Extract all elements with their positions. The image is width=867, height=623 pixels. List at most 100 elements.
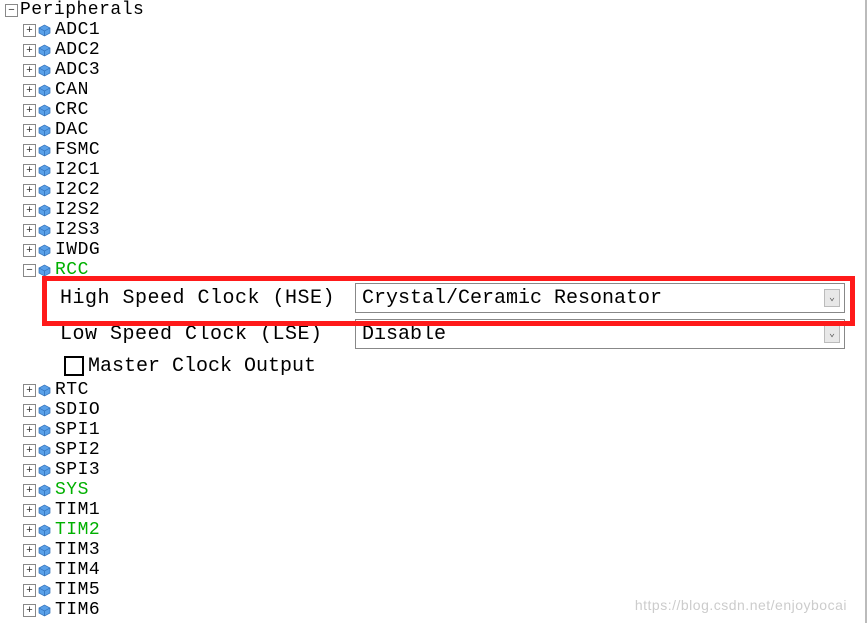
tree-item-label: CRC — [55, 100, 89, 120]
tree-item-label: SYS — [55, 480, 89, 500]
tree-item-label: TIM4 — [55, 560, 100, 580]
peripheral-icon — [38, 524, 51, 537]
expand-icon[interactable]: + — [23, 444, 36, 457]
expand-icon[interactable]: + — [23, 44, 36, 57]
peripheral-icon — [38, 464, 51, 477]
tree-item-label: TIM1 — [55, 500, 100, 520]
tree-item-adc2[interactable]: +ADC2 — [0, 40, 865, 60]
tree-item-tim4[interactable]: + TIM4 — [0, 560, 865, 580]
peripheral-icon — [38, 144, 51, 157]
expand-icon[interactable]: + — [23, 64, 36, 77]
peripheral-icon — [38, 224, 51, 237]
tree-item-sdio[interactable]: +SDIO — [0, 400, 865, 420]
peripheral-icon — [38, 564, 51, 577]
expand-icon[interactable]: + — [23, 224, 36, 237]
tree-item-i2s2[interactable]: +I2S2 — [0, 200, 865, 220]
tree-item-i2s3[interactable]: + I2S3 — [0, 220, 865, 240]
expand-icon[interactable]: + — [23, 584, 36, 597]
peripherals-tree: − Peripherals +ADC1+ADC2+ADC3+CAN+CRC+DA… — [0, 0, 865, 620]
expand-icon[interactable]: + — [23, 204, 36, 217]
collapse-icon[interactable]: − — [5, 4, 18, 17]
tree-item-crc[interactable]: + CRC — [0, 100, 865, 120]
tree-item-sys[interactable]: + SYS — [0, 480, 865, 500]
rcc-lse-row: Low Speed Clock (LSE) Disable ⌄ — [0, 316, 865, 352]
tree-item-label: RTC — [55, 380, 89, 400]
peripheral-icon — [38, 604, 51, 617]
tree-item-label: IWDG — [55, 240, 100, 260]
expand-icon[interactable]: + — [23, 464, 36, 477]
tree-item-label: TIM3 — [55, 540, 100, 560]
peripheral-icon — [38, 244, 51, 257]
expand-icon[interactable]: + — [23, 424, 36, 437]
tree-item-label: ADC1 — [55, 20, 100, 40]
tree-item-label: CAN — [55, 80, 89, 100]
expand-icon[interactable]: + — [23, 164, 36, 177]
tree-item-label: TIM6 — [55, 600, 100, 620]
peripheral-icon — [38, 424, 51, 437]
lse-select[interactable]: Disable ⌄ — [355, 319, 845, 349]
expand-icon[interactable]: + — [23, 244, 36, 257]
tree-item-tim2[interactable]: + TIM2 — [0, 520, 865, 540]
expand-icon[interactable]: + — [23, 384, 36, 397]
tree-item-tim3[interactable]: + TIM3 — [0, 540, 865, 560]
tree-item-tim1[interactable]: + TIM1 — [0, 500, 865, 520]
peripheral-icon — [38, 504, 51, 517]
tree-root-peripherals[interactable]: − Peripherals — [0, 0, 865, 20]
expand-icon[interactable]: + — [23, 184, 36, 197]
expand-icon[interactable]: + — [23, 604, 36, 617]
tree-item-dac[interactable]: +DAC — [0, 120, 865, 140]
tree-item-rcc[interactable]: − RCC — [0, 260, 865, 280]
mco-label: Master Clock Output — [88, 355, 316, 378]
peripheral-icon — [38, 24, 51, 37]
tree-item-adc3[interactable]: + ADC3 — [0, 60, 865, 80]
expand-icon[interactable]: + — [23, 404, 36, 417]
root-label: Peripherals — [20, 0, 144, 20]
expand-icon[interactable]: + — [23, 524, 36, 537]
expand-icon[interactable]: + — [23, 104, 36, 117]
expand-icon[interactable]: + — [23, 564, 36, 577]
hse-select[interactable]: Crystal/Ceramic Resonator ⌄ — [355, 283, 845, 313]
tree-item-adc1[interactable]: + ADC1 — [0, 20, 865, 40]
tree-item-rtc[interactable]: + RTC — [0, 380, 865, 400]
expand-icon[interactable]: + — [23, 124, 36, 137]
tree-item-label: ADC3 — [55, 60, 100, 80]
mco-checkbox[interactable] — [64, 356, 84, 376]
rcc-hse-row: High Speed Clock (HSE) Crystal/Ceramic R… — [0, 280, 865, 316]
tree-item-spi2[interactable]: + SPI2 — [0, 440, 865, 460]
tree-item-iwdg[interactable]: + IWDG — [0, 240, 865, 260]
peripheral-icon — [38, 84, 51, 97]
tree-item-label: SPI3 — [55, 460, 100, 480]
peripheral-icon — [38, 384, 51, 397]
peripheral-icon — [38, 104, 51, 117]
tree-item-label: TIM2 — [55, 520, 100, 540]
expand-icon[interactable]: + — [23, 144, 36, 157]
peripheral-icon — [38, 444, 51, 457]
tree-item-label: I2S3 — [55, 220, 100, 240]
tree-item-label: I2C2 — [55, 180, 100, 200]
chevron-down-icon: ⌄ — [824, 325, 840, 343]
peripheral-icon — [38, 64, 51, 77]
tree-item-label: I2C1 — [55, 160, 100, 180]
peripheral-icon — [38, 584, 51, 597]
peripheral-icon — [38, 124, 51, 137]
expand-icon[interactable]: + — [23, 544, 36, 557]
expand-icon[interactable]: + — [23, 84, 36, 97]
tree-item-i2c2[interactable]: + I2C2 — [0, 180, 865, 200]
tree-item-spi3[interactable]: + SPI3 — [0, 460, 865, 480]
expand-icon[interactable]: + — [23, 504, 36, 517]
peripheral-icon — [38, 164, 51, 177]
expand-icon[interactable]: + — [23, 24, 36, 37]
tree-item-spi1[interactable]: + SPI1 — [0, 420, 865, 440]
tree-item-label: SPI2 — [55, 440, 100, 460]
peripheral-icon — [38, 404, 51, 417]
tree-item-fsmc[interactable]: +FSMC — [0, 140, 865, 160]
watermark: https://blog.csdn.net/enjoybocai — [635, 597, 847, 613]
tree-item-label: SPI1 — [55, 420, 100, 440]
expand-icon[interactable]: + — [23, 484, 36, 497]
tree-item-i2c1[interactable]: + I2C1 — [0, 160, 865, 180]
tree-item-can[interactable]: + CAN — [0, 80, 865, 100]
lse-value: Disable — [362, 323, 446, 346]
peripheral-icon — [38, 204, 51, 217]
peripheral-icon — [38, 484, 51, 497]
collapse-icon[interactable]: − — [23, 264, 36, 277]
